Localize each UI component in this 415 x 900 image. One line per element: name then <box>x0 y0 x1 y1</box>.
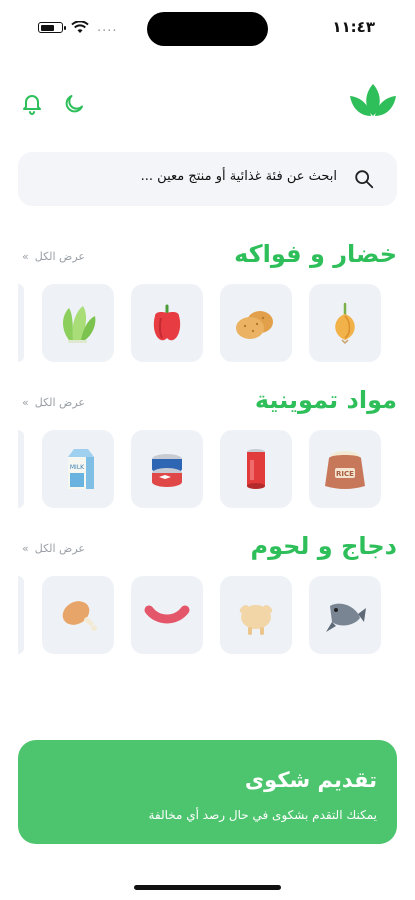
search-input[interactable]: ابحث عن فئة غذائية أو منتج معين ... <box>141 169 337 184</box>
lettuce-icon <box>63 306 96 343</box>
product-row: MILK RICE <box>0 430 415 508</box>
complaint-banner[interactable]: تقديم شكوى يمكنك التقدم بشكوى في حال رصد… <box>18 740 397 844</box>
status-bar: .... ١١:٤٣ <box>0 0 415 56</box>
onion-icon <box>335 302 355 345</box>
product-card[interactable]: RICE <box>309 430 381 508</box>
product-card-partial[interactable] <box>18 430 24 508</box>
product-card[interactable] <box>220 576 292 654</box>
product-card[interactable] <box>42 284 114 362</box>
signal-dots: .... <box>97 20 118 35</box>
canned-fish-icon <box>152 454 182 487</box>
view-all-label: عرض الكل <box>34 250 85 263</box>
potato-icon <box>236 311 273 339</box>
view-all-label: عرض الكل <box>34 396 85 409</box>
status-icons: .... <box>38 20 118 35</box>
product-row <box>0 284 415 362</box>
product-card[interactable] <box>309 576 381 654</box>
section-title: خضار و فواكه <box>234 240 397 268</box>
milk-carton-icon: MILK <box>68 449 94 489</box>
bell-pepper-icon <box>153 304 181 341</box>
product-card[interactable] <box>42 576 114 654</box>
moon-icon[interactable] <box>60 90 88 118</box>
view-all-label: عرض الكل <box>34 542 85 555</box>
battery-icon <box>38 22 66 33</box>
product-card[interactable] <box>131 576 203 654</box>
double-chevron-icon: « <box>22 396 29 409</box>
svg-text:MILK: MILK <box>70 464 85 471</box>
rice-sack-icon: RICE <box>325 451 365 489</box>
product-card-partial[interactable] <box>18 576 24 654</box>
wifi-icon <box>71 21 89 33</box>
view-all-link[interactable]: « عرض الكل <box>22 542 85 555</box>
double-chevron-icon: « <box>22 542 29 555</box>
view-all-link[interactable]: « عرض الكل <box>22 250 85 263</box>
fish-icon <box>326 603 366 632</box>
product-row <box>0 576 415 654</box>
product-card[interactable] <box>131 284 203 362</box>
bell-icon[interactable] <box>18 90 46 118</box>
section-title: دجاج و لحوم <box>250 532 398 560</box>
clock-time: ١١:٤٣ <box>332 18 375 36</box>
search-bar[interactable]: ابحث عن فئة غذائية أو منتج معين ... <box>18 152 397 206</box>
product-card-partial[interactable] <box>18 284 24 362</box>
complaint-title: تقديم شكوى <box>244 768 377 792</box>
product-card[interactable] <box>220 284 292 362</box>
drumstick-icon <box>62 601 97 631</box>
soda-can-icon <box>247 449 265 489</box>
top-bar <box>0 84 415 126</box>
svg-text:RICE: RICE <box>336 470 354 478</box>
product-card[interactable] <box>220 430 292 508</box>
leaf-logo <box>348 84 398 116</box>
double-chevron-icon: « <box>22 250 29 263</box>
home-indicator[interactable] <box>134 885 281 890</box>
complaint-subtitle: يمكنك التقدم بشكوى في حال رصد أي مخالفة <box>148 808 377 822</box>
product-card[interactable] <box>309 284 381 362</box>
dynamic-island <box>147 12 268 46</box>
product-card[interactable] <box>131 430 203 508</box>
sausage-icon <box>144 605 190 624</box>
chicken-icon <box>239 605 273 635</box>
product-card[interactable]: MILK <box>42 430 114 508</box>
view-all-link[interactable]: « عرض الكل <box>22 396 85 409</box>
search-icon <box>355 170 374 189</box>
section-title: مواد تموينية <box>254 386 397 414</box>
